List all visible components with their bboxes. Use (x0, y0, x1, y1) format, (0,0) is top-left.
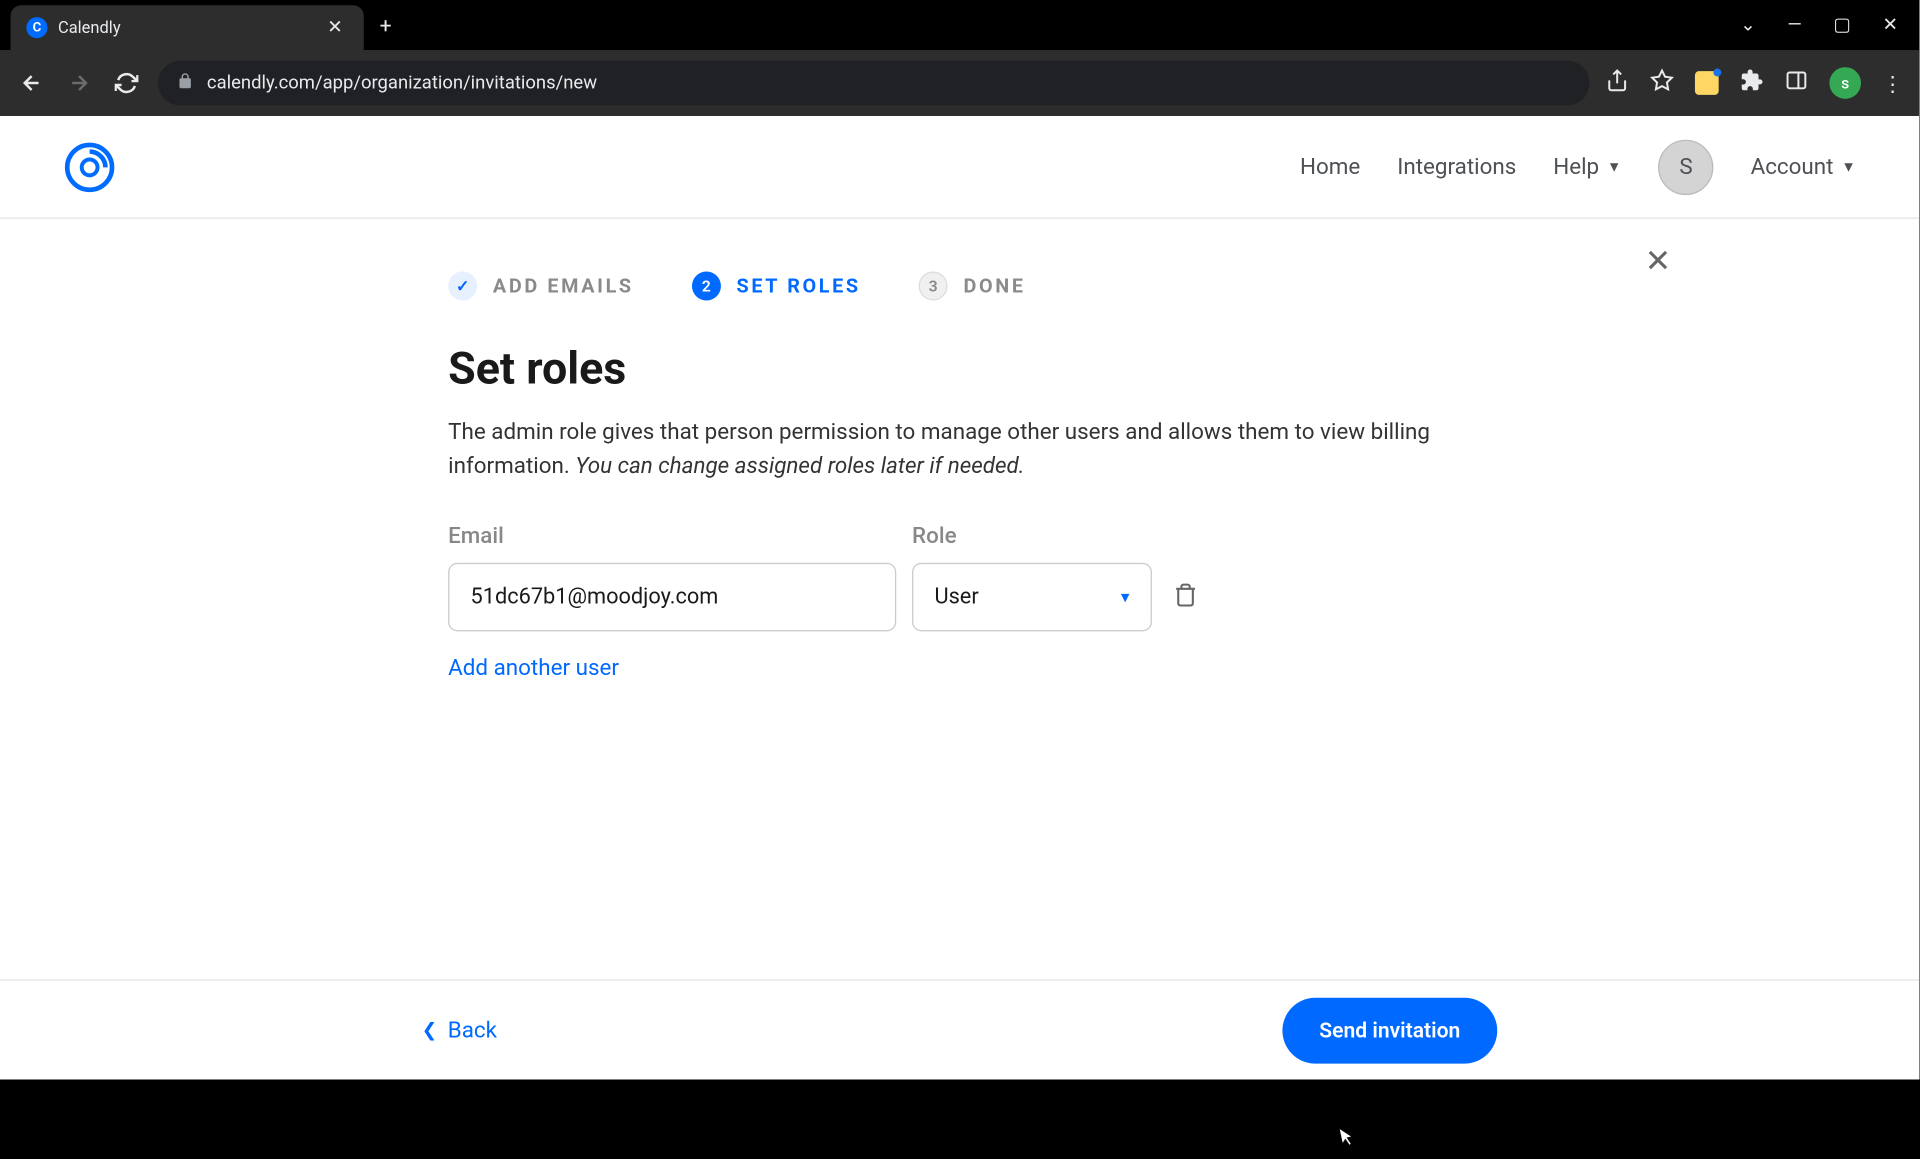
email-input[interactable] (448, 563, 896, 632)
page-title: Set roles (448, 343, 1471, 396)
extension-badge-icon[interactable] (1695, 71, 1719, 95)
role-value: User (934, 585, 978, 610)
email-column-header: Email (448, 523, 896, 549)
kebab-menu-icon[interactable]: ⋮ (1882, 71, 1903, 96)
nav-account[interactable]: Account ▼ (1751, 154, 1856, 180)
tab-close-icon[interactable]: ✕ (322, 14, 348, 40)
step-add-emails[interactable]: ✓ ADD EMAILS (448, 272, 634, 301)
close-icon[interactable]: ✕ (1645, 243, 1672, 280)
column-headers: Email Role (448, 523, 1471, 549)
role-select[interactable]: User ▾ (912, 563, 1152, 632)
back-button[interactable]: ❮ Back (422, 1017, 497, 1043)
share-icon[interactable] (1605, 69, 1629, 98)
tab-title: Calendly (58, 18, 311, 38)
address-bar[interactable]: calendly.com/app/organization/invitation… (158, 61, 1589, 106)
page-description: The admin role gives that person permiss… (448, 416, 1450, 483)
cursor-pointer-icon (1331, 1124, 1358, 1159)
nav-account-label: Account (1751, 154, 1834, 180)
footer-bar: ❮ Back Send invitation (0, 979, 1919, 1079)
nav-home[interactable]: Home (1300, 154, 1360, 180)
calendly-logo-icon[interactable] (63, 140, 116, 193)
browser-tab[interactable]: C Calendly ✕ (11, 5, 364, 50)
new-tab-button[interactable]: + (364, 13, 408, 38)
step-set-roles[interactable]: 2 SET ROLES (692, 272, 861, 301)
delete-row-button[interactable] (1168, 577, 1204, 618)
user-row: User ▾ (448, 563, 1471, 632)
side-panel-icon[interactable] (1785, 69, 1809, 98)
tab-favicon-icon: C (26, 17, 47, 38)
back-nav-icon[interactable] (16, 67, 48, 99)
caret-down-icon: ▼ (1841, 158, 1855, 175)
extensions-icon[interactable] (1740, 69, 1764, 98)
bookmark-star-icon[interactable] (1650, 69, 1674, 98)
step-number-badge: 3 (919, 272, 948, 301)
close-window-icon[interactable]: ✕ (1882, 14, 1897, 35)
browser-toolbar: calendly.com/app/organization/invitation… (0, 50, 1919, 116)
user-avatar[interactable]: S (1658, 139, 1713, 194)
lock-icon (177, 72, 194, 93)
chevron-left-icon: ❮ (422, 1019, 437, 1040)
step-label: SET ROLES (737, 274, 861, 298)
profile-avatar[interactable]: s (1829, 67, 1861, 99)
role-column-header: Role (912, 523, 1152, 549)
reload-icon[interactable] (111, 67, 143, 99)
stepper: ✓ ADD EMAILS 2 SET ROLES 3 DONE (0, 272, 1919, 301)
caret-down-icon: ▼ (1607, 158, 1621, 175)
back-label: Back (448, 1017, 497, 1043)
send-invitation-button[interactable]: Send invitation (1282, 997, 1497, 1063)
app-header: Home Integrations Help ▼ S Account ▼ (0, 116, 1919, 219)
step-number-badge: 2 (692, 272, 721, 301)
add-user-link[interactable]: Add another user (448, 655, 619, 681)
chevron-down-icon: ▾ (1121, 587, 1130, 607)
tabs-dropdown-icon[interactable]: ⌄ (1740, 14, 1755, 35)
step-label: ADD EMAILS (493, 274, 634, 298)
step-label: DONE (963, 274, 1025, 298)
maximize-icon[interactable]: ▢ (1833, 14, 1850, 35)
step-done[interactable]: 3 DONE (919, 272, 1026, 301)
url-text: calendly.com/app/organization/invitation… (207, 72, 1571, 93)
desc-italic: You can change assigned roles later if n… (575, 453, 1024, 479)
minimize-icon[interactable]: — (1787, 14, 1801, 35)
window-controls: ⌄ — ▢ ✕ (1740, 14, 1919, 35)
nav-help[interactable]: Help ▼ (1553, 154, 1621, 180)
check-icon: ✓ (448, 272, 477, 301)
forward-nav-icon[interactable] (63, 67, 95, 99)
nav-help-label: Help (1553, 154, 1599, 180)
browser-tab-strip: C Calendly ✕ + ⌄ — ▢ ✕ (0, 0, 1919, 50)
nav-integrations[interactable]: Integrations (1397, 154, 1516, 180)
